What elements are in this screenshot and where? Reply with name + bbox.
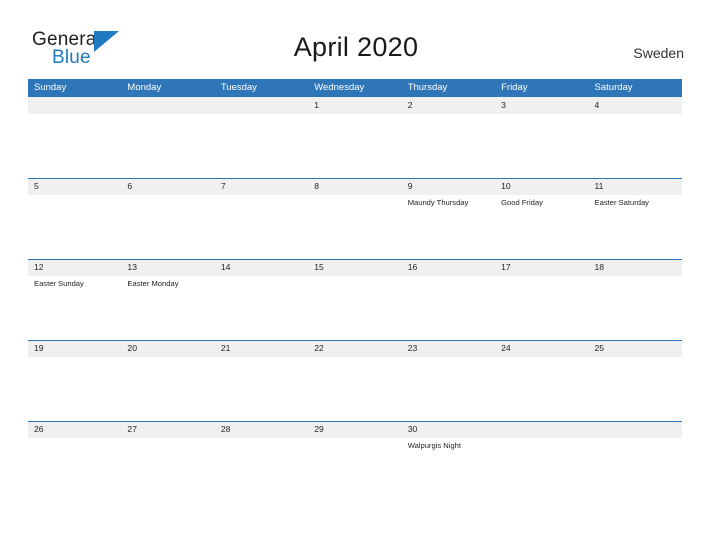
day-event: Good Friday xyxy=(501,198,543,207)
day-number: 9 xyxy=(407,181,413,191)
day-cell[interactable] xyxy=(495,421,588,502)
day-number: 24 xyxy=(501,343,511,353)
day-cell[interactable]: 20 xyxy=(121,340,214,421)
day-cell[interactable]: 19 xyxy=(28,340,121,421)
day-number: 27 xyxy=(127,424,137,434)
day-cell[interactable]: 7 xyxy=(215,178,308,259)
day-cell[interactable]: 30 Walpurgis Night xyxy=(402,421,495,502)
day-number: 3 xyxy=(501,100,506,110)
day-number: 11 xyxy=(594,181,604,191)
day-number: 6 xyxy=(127,181,133,191)
week-row: 5 6 7 8 9 Maundy Thursday 10 Good Friday… xyxy=(28,178,682,259)
day-number: 21 xyxy=(220,343,231,353)
day-number: 30 xyxy=(407,424,418,434)
day-cell[interactable]: 3 xyxy=(495,97,588,178)
day-cell[interactable]: 26 xyxy=(28,421,121,502)
day-number: 29 xyxy=(314,424,324,434)
day-number: 7 xyxy=(220,181,226,191)
day-cell[interactable]: 2 xyxy=(402,97,495,178)
day-number: 16 xyxy=(407,262,418,272)
page-title: April 2020 xyxy=(293,32,419,62)
day-cell[interactable]: 6 xyxy=(121,178,214,259)
day-cell[interactable]: 16 xyxy=(402,259,495,340)
day-cell[interactable]: 10 Good Friday xyxy=(495,178,588,259)
weekday-header-thursday: Thursday xyxy=(407,82,448,93)
day-cell[interactable]: 18 xyxy=(589,259,682,340)
page-header: General Blue April 2020 Sweden xyxy=(0,0,712,79)
weekday-header-row: Sunday Monday Tuesday Wednesday Thursday… xyxy=(28,79,682,97)
day-number: 17 xyxy=(501,262,511,272)
day-cell[interactable] xyxy=(215,97,308,178)
week-row: 26 27 28 29 30 Walpurgis Night xyxy=(28,421,682,502)
day-number: 25 xyxy=(594,343,605,353)
day-cell[interactable] xyxy=(589,421,682,502)
weekday-header-saturday: Saturday xyxy=(594,82,633,93)
day-number: 5 xyxy=(34,181,39,191)
day-cell[interactable]: 8 xyxy=(308,178,401,259)
day-number: 1 xyxy=(314,100,320,110)
day-cell[interactable]: 29 xyxy=(308,421,401,502)
day-cell[interactable] xyxy=(28,97,121,178)
country-label: Sweden xyxy=(633,45,684,61)
day-cell[interactable]: 27 xyxy=(121,421,214,502)
day-cell[interactable]: 21 xyxy=(215,340,308,421)
day-cell[interactable]: 5 xyxy=(28,178,121,259)
day-cell[interactable]: 9 Maundy Thursday xyxy=(402,178,495,259)
day-event: Maundy Thursday xyxy=(407,198,469,207)
day-number: 22 xyxy=(314,343,324,353)
week-row: 1 2 3 4 xyxy=(28,97,682,178)
weekday-header-friday: Friday xyxy=(501,82,528,93)
calendar-grid: Sunday Monday Tuesday Wednesday Thursday… xyxy=(28,79,682,502)
day-number: 4 xyxy=(594,100,600,110)
day-cell[interactable]: 12 Easter Sunday xyxy=(28,259,121,340)
day-number: 8 xyxy=(314,181,320,191)
day-number: 15 xyxy=(314,262,324,272)
day-event: Walpurgis Night xyxy=(407,441,462,450)
day-number: 2 xyxy=(407,100,413,110)
day-cell[interactable]: 15 xyxy=(308,259,401,340)
day-number: 26 xyxy=(34,424,44,434)
day-cell[interactable]: 28 xyxy=(215,421,308,502)
day-cell[interactable]: 11 Easter Saturday xyxy=(589,178,682,259)
week-row: 19 20 21 22 23 24 25 xyxy=(28,340,682,421)
day-number: 28 xyxy=(220,424,231,434)
weekday-header-tuesday: Tuesday xyxy=(220,82,257,93)
day-cell[interactable]: 23 xyxy=(402,340,495,421)
day-cell[interactable]: 4 xyxy=(589,97,682,178)
day-number: 23 xyxy=(407,343,418,353)
weekday-header-sunday: Sunday xyxy=(34,82,67,93)
day-number: 19 xyxy=(34,343,44,353)
day-event: Easter Sunday xyxy=(34,279,84,288)
day-number: 12 xyxy=(34,262,44,272)
calendar-page: General Blue April 2020 Sweden Sunday Mo… xyxy=(0,0,712,550)
weekday-header-wednesday: Wednesday xyxy=(314,82,365,93)
day-cell[interactable]: 25 xyxy=(589,340,682,421)
week-row: 12 Easter Sunday 13 Easter Monday 14 15 … xyxy=(28,259,682,340)
day-event: Easter Saturday xyxy=(594,198,649,207)
day-number: 20 xyxy=(127,343,137,353)
day-event: Easter Monday xyxy=(127,279,179,288)
day-number: 13 xyxy=(127,262,137,272)
day-cell[interactable]: 17 xyxy=(495,259,588,340)
day-cell[interactable]: 22 xyxy=(308,340,401,421)
day-cell[interactable]: 24 xyxy=(495,340,588,421)
day-cell[interactable]: 13 Easter Monday xyxy=(121,259,214,340)
day-cell[interactable]: 14 xyxy=(215,259,308,340)
day-cell[interactable] xyxy=(121,97,214,178)
weekday-header-monday: Monday xyxy=(127,82,162,93)
day-number: 10 xyxy=(501,181,511,191)
day-number: 14 xyxy=(220,262,231,272)
day-cell[interactable]: 1 xyxy=(308,97,401,178)
day-number: 18 xyxy=(594,262,605,272)
